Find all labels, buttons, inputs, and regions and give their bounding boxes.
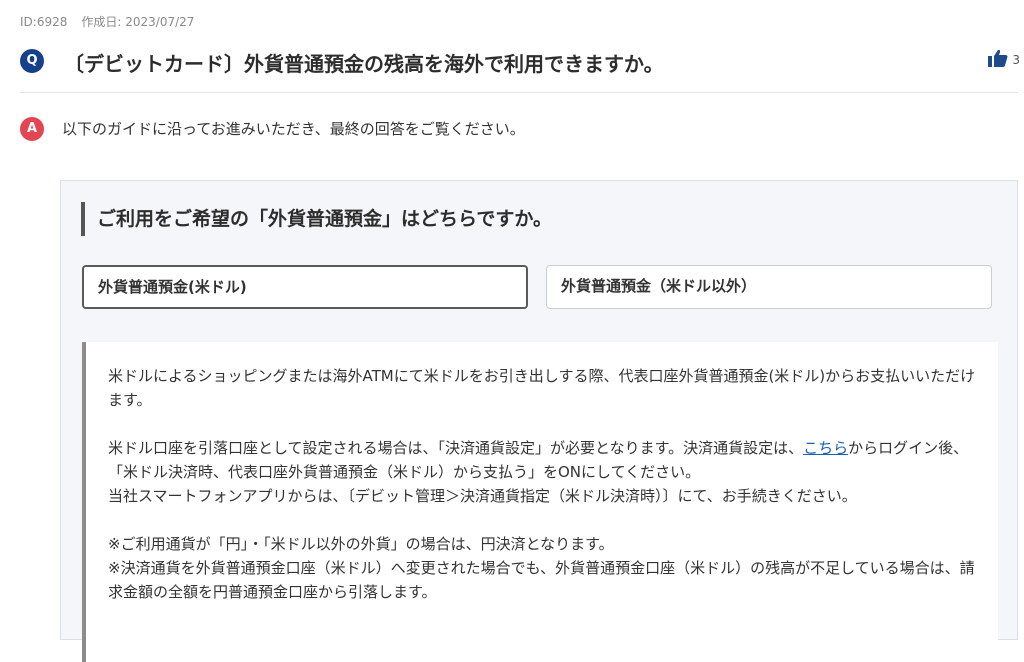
guide-result: 米ドルによるショッピングまたは海外ATMにて米ドルをお引き出しする際、代表口座外…	[82, 342, 998, 662]
question-badge: Q	[20, 49, 44, 73]
option-usd[interactable]: 外貨普通預金(米ドル)	[82, 265, 528, 309]
result-p2-app-note: 当社スマートフォンアプリからは、〔デビット管理＞決済通貨指定（米ドル決済時）〕に…	[108, 487, 857, 505]
divider	[20, 92, 1018, 93]
thumbs-up-icon	[988, 49, 1008, 71]
result-note-2: ※決済通貨を外貨普通預金口座（米ドル）へ変更された場合でも、外貨普通預金口座（米…	[108, 559, 975, 601]
created-date: 作成日: 2023/07/27	[81, 15, 195, 29]
like-button[interactable]: 3	[988, 49, 1020, 71]
result-paragraph-2: 米ドル口座を引落口座として設定される場合は、「決済通貨設定」が必要となります。決…	[108, 436, 978, 508]
result-paragraph-1: 米ドルによるショッピングまたは海外ATMにて米ドルをお引き出しする際、代表口座外…	[108, 367, 976, 409]
settings-link[interactable]: こちら	[803, 439, 848, 457]
guide-panel: ご利用をご希望の「外貨普通預金」はどちらですか。 外貨普通預金(米ドル) 外貨普…	[60, 180, 1018, 662]
answer-badge: A	[20, 117, 44, 141]
faq-id: ID:6928	[20, 15, 68, 29]
meta-info: ID:6928 作成日: 2023/07/27	[20, 13, 194, 30]
result-paragraph-3: ※ご利用通貨が「円」・「米ドル以外の外貨」の場合は、円決済となります。 ※決済通…	[108, 532, 978, 604]
guide-title: ご利用をご希望の「外貨普通預金」はどちらですか。	[81, 202, 552, 236]
question-row: Q 〔デビットカード〕外貨普通預金の残高を海外で利用できますか。 3	[20, 44, 1020, 80]
result-p2-text: 米ドル口座を引落口座として設定される場合は、「決済通貨設定」が必要となります。決…	[108, 439, 804, 457]
answer-row: A 以下のガイドに沿ってお進みいただき、最終の回答をご覧ください。	[20, 115, 1020, 143]
like-count: 3	[1012, 53, 1020, 67]
question-title: 〔デビットカード〕外貨普通預金の残高を海外で利用できますか。	[64, 52, 664, 76]
option-non-usd[interactable]: 外貨普通預金（米ドル以外）	[546, 265, 992, 309]
answer-intro: 以下のガイドに沿ってお進みいただき、最終の回答をご覧ください。	[62, 120, 525, 138]
result-note-1: ※ご利用通貨が「円」・「米ドル以外の外貨」の場合は、円決済となります。	[108, 535, 614, 553]
